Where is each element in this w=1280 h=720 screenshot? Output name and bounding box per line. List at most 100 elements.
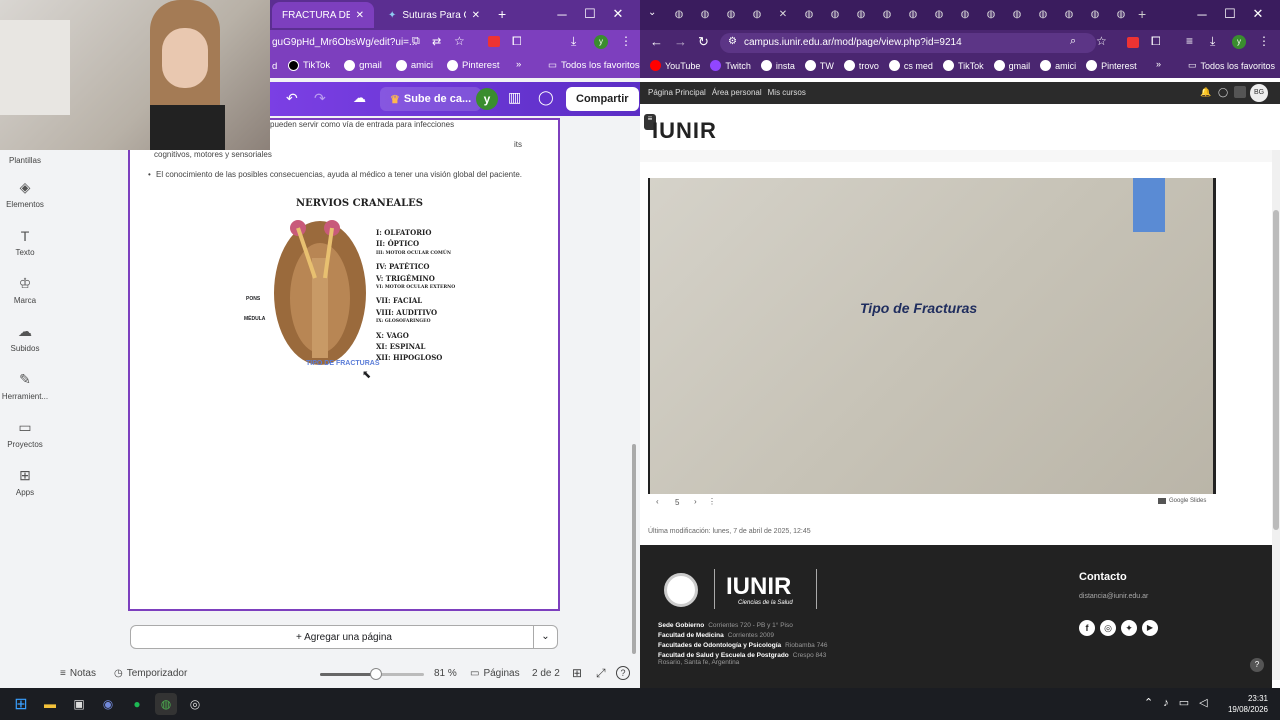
tab-favicon[interactable]: ◍ [696,5,714,23]
tab-favicon[interactable]: ◍ [982,5,1000,23]
close-window-icon[interactable]: ✕ [604,0,632,28]
redo-icon[interactable]: ↷ [314,90,326,107]
star-icon[interactable]: ☆ [454,34,465,48]
iunir-logo[interactable]: IUNIR [652,118,717,144]
obs-icon[interactable]: ◎ [184,693,206,715]
bookmark-trovo[interactable]: trovo [843,60,879,71]
bookmark-pinterest[interactable]: Pinterest [446,60,499,71]
google-slides-link[interactable]: Google Slides [1158,498,1206,504]
sidebar-item-texto[interactable]: T Texto [0,218,50,266]
scrollbar-thumb[interactable] [1273,210,1279,530]
clock[interactable]: 23:31 19/08/2026 [1222,693,1268,715]
facebook-icon[interactable]: f [1079,620,1095,636]
cloud-sync-icon[interactable]: ☁ [353,90,366,106]
new-tab-icon[interactable]: + [498,6,506,22]
nav-link[interactable]: Mis cursos [768,88,806,97]
forward-icon[interactable]: → [674,34,687,49]
fullscreen-icon[interactable]: ⤢ [596,666,606,681]
help-icon[interactable]: ? [1250,658,1264,672]
close-icon[interactable]: ✕ [472,10,480,21]
google-slides-embed[interactable]: Tipo de Fracturas [648,178,1216,494]
text-line[interactable]: cognitivos, motores y sensoriales [154,150,272,160]
chevron-right-icon[interactable]: » [1156,59,1161,69]
chevron-right-icon[interactable]: » [516,59,521,70]
maximize-icon[interactable]: ☐ [576,0,604,28]
instagram-icon[interactable]: ◎ [1100,620,1116,636]
chrome-icon[interactable]: ◍ [155,693,177,715]
grid-view-icon[interactable]: ⊞ [572,666,582,680]
upgrade-button[interactable]: ♛ Sube de ca... [380,87,482,111]
tab-favicon[interactable]: ◍ [1034,5,1052,23]
close-window-icon[interactable]: ✕ [1244,0,1272,28]
more-icon[interactable]: ⋮ [708,497,716,506]
spotify-icon[interactable]: ● [126,693,148,715]
contact-email[interactable]: distancia@iunir.edu.ar [1079,593,1148,600]
download-icon[interactable]: ⤓ [1210,34,1215,49]
maximize-icon[interactable]: ☐ [1216,0,1244,28]
chat-icon[interactable]: ◯ [1218,87,1228,98]
speaker-icon[interactable]: ◁ [1199,696,1207,709]
twitter-icon[interactable]: ✦ [1121,620,1137,636]
translate-icon[interactable]: ⇄ [432,35,441,48]
tab-favicon[interactable]: ◍ [722,5,740,23]
youtube-icon[interactable]: ▶ [1142,620,1158,636]
minimize-icon[interactable]: ─ [1188,0,1216,28]
url-text[interactable]: guG9pHd_Mr6ObsWg/edit?ui=... [272,37,417,48]
menu-icon[interactable]: ⋮ [620,34,632,48]
tab-favicon[interactable]: ◍ [1112,5,1130,23]
bookmarks-folder[interactable]: ▭ Todos los favoritos [1188,60,1275,71]
star-icon[interactable]: ☆ [1096,34,1107,48]
sidebar-item-proyectos[interactable]: ▭ Proyectos [0,410,50,458]
bookmark-twitch[interactable]: Twitch [710,60,751,71]
bookmark-gmail[interactable]: gmail [993,60,1030,71]
text-line[interactable]: pueden servir como vía de entrada para i… [270,120,454,130]
bullet-text[interactable]: El conocimiento de las posibles consecue… [156,170,536,180]
microphone-icon[interactable]: ♪ [1163,697,1169,709]
bookmark-insta[interactable]: insta [760,60,795,71]
store-icon[interactable]: ▣ [68,693,90,715]
profile-avatar[interactable]: y [594,35,608,49]
bookmark-tiktok[interactable]: TikTok [288,60,330,71]
prev-slide-icon[interactable]: ‹ [656,497,659,506]
next-slide-icon[interactable]: › [694,497,697,506]
close-tab-icon[interactable]: ✕ [774,5,792,23]
close-icon[interactable]: ✕ [356,10,364,21]
tab-favicon[interactable]: ◍ [852,5,870,23]
new-tab-icon[interactable]: + [1138,6,1146,22]
chart-icon[interactable]: ▥ [508,89,521,106]
extension-icon[interactable] [1127,37,1139,48]
chevron-up-icon[interactable]: ⌃ [1144,696,1153,709]
sidebar-item-plantillas[interactable]: Plantillas [0,150,50,170]
design-page[interactable]: pueden servir como vía de entrada para i… [128,118,560,611]
omnibox[interactable]: ⚙ campus.iunir.edu.ar/mod/page/view.php?… [720,33,1096,53]
tipo-fracturas-link[interactable]: TIPO DE FRACTURAS [306,360,380,367]
tab-fractura[interactable]: FRACTURA DE CRA ✕ [272,2,374,28]
profile-avatar[interactable]: y [1232,35,1246,49]
media-icon[interactable]: ≡ [1186,34,1193,48]
notes-button[interactable]: ≡ Notas [60,668,96,679]
extension-icon[interactable] [488,36,500,47]
scrollbar[interactable] [632,444,636,654]
tab-favicon[interactable]: ◍ [1060,5,1078,23]
copy-icon[interactable]: ⧉ [412,35,420,48]
tab-favicon[interactable]: ◍ [670,5,688,23]
bookmark-gmail[interactable]: gmail [344,60,382,71]
chevron-down-icon[interactable]: ⌄ [533,626,557,648]
puzzle-icon[interactable]: ⧠ [512,34,522,49]
add-page-button[interactable]: + Agregar una página ⌄ [130,625,558,649]
tab-favicon[interactable]: ◍ [826,5,844,23]
share-button[interactable]: Compartir [566,87,639,111]
bell-icon[interactable]: 🔔 [1200,87,1211,98]
windows-start-icon[interactable]: ⊞ [10,693,32,715]
sidebar-item-apps[interactable]: ⊞ Apps [0,458,50,506]
zoom-knob[interactable] [370,668,383,680]
nav-link[interactable]: Área personal [712,88,762,97]
url-text[interactable]: campus.iunir.edu.ar/mod/page/view.php?id… [744,37,962,48]
zoom-icon[interactable]: ⌕ [1070,35,1076,48]
nav-link[interactable]: Página Principal [648,88,706,97]
page-scrollbar[interactable] [1272,150,1280,680]
tab-favicon[interactable]: ◍ [1086,5,1104,23]
mail-icon[interactable] [1234,86,1246,98]
sidebar-item-elementos[interactable]: ◈ Elementos [0,170,50,218]
cranial-nerves-figure[interactable]: NERVIOS CRANEALES PONS MÉDULA I: OLFATOR… [244,192,458,381]
